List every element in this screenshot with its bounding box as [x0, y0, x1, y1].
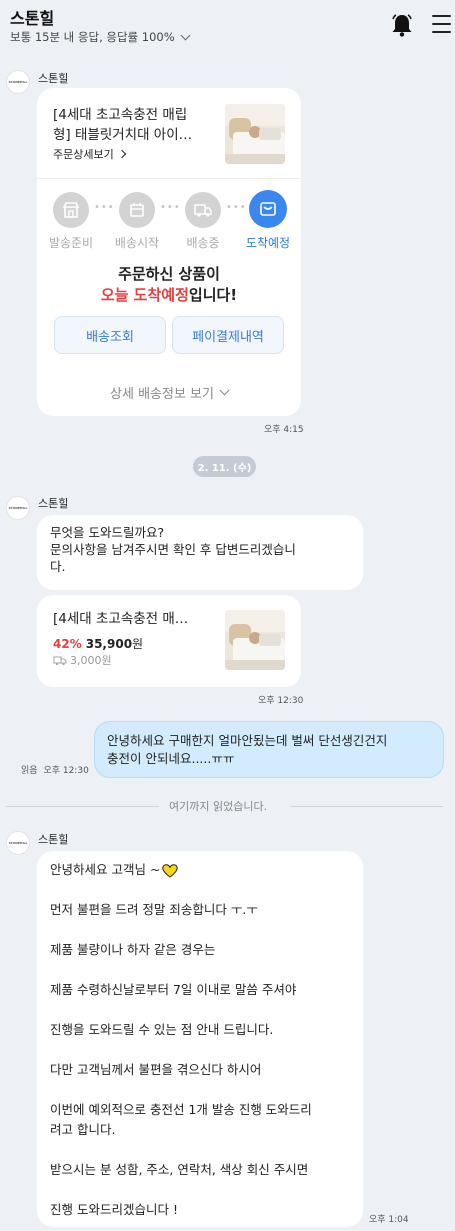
sender-name: 스톤힐	[38, 72, 69, 85]
store-name[interactable]: 스톤힐	[10, 5, 54, 29]
shipping-fee: 3,000원	[53, 652, 112, 668]
order-detail-link-text: 주문상세보기	[53, 148, 114, 161]
shipping-detail-link-text: 상세 배송정보 보기	[110, 387, 214, 402]
reply-paragraph: 진행을 도와드릴 수 있는 점 안내 드립니다.	[50, 1022, 274, 1037]
chevron-right-icon	[117, 149, 126, 159]
response-status-text: 보통 15분 내 응답, 응답률 100%	[10, 30, 175, 44]
step-label-shipping: 배송중	[186, 236, 220, 250]
message-time: 오후 12:30	[258, 696, 304, 706]
product-title-line2: 형] 태블릿거치대 아이…	[53, 127, 193, 143]
reply-paragraph: 제품 불량이나 하자 같은 경우는	[50, 942, 216, 957]
chevron-down-icon	[219, 385, 230, 396]
reply-paragraph: 받으시는 분 성함, 주소, 연락처, 색상 회신 주시면	[50, 1162, 309, 1177]
reply-paragraph: 먼저 불편을 드려 정말 죄송합니다 ㅜ.ㅜ	[50, 902, 258, 917]
avatar-logo-text: STONEHILL	[8, 80, 28, 84]
step-connector: •••	[94, 202, 115, 213]
message-text: 무엇을 도와드릴까요? 문의사항을 남겨주시면 확인 후 답변드리겠습니 다.	[50, 525, 296, 574]
menu-icon[interactable]	[432, 15, 451, 33]
reply-paragraph: 이번에 예외적으로 충전선 1개 발송 진행 도와드리 려고 합니다.	[50, 1102, 312, 1137]
price: 35,900	[85, 637, 133, 651]
step-connector: •••	[226, 202, 247, 213]
heart-emoji-icon	[162, 863, 179, 878]
avatar-logo-text: STONEHILL	[8, 506, 28, 510]
product-title[interactable]: [4세대 초고속충전 매립 형] 태블릿거치대 아이…	[53, 105, 221, 145]
delivery-notice-suffix: 입니다!	[188, 286, 238, 304]
read-divider-line	[6, 806, 159, 807]
step-label-start: 배송시작	[114, 236, 160, 250]
message-time: 오후 12:30	[43, 766, 89, 776]
order-status-card: [4세대 초고속충전 매립 형] 태블릿거치대 아이… 주문상세보기 ••• •…	[37, 88, 301, 416]
step-connector: •••	[160, 202, 181, 213]
sender-name: 스톤힐	[38, 497, 69, 510]
discount-rate: 42%	[53, 637, 82, 651]
shipping-fee-text: 3,000원	[70, 654, 112, 667]
product-title-line1: [4세대 초고속충전 매립	[53, 107, 188, 123]
read-divider: 여기까지 읽었습니다.	[169, 800, 268, 813]
read-label: 읽음	[21, 766, 38, 776]
message-time: 오후 1:04	[369, 1215, 409, 1225]
step-label-ready: 발송준비	[48, 236, 94, 250]
message-bubble: 무엇을 도와드릴까요? 문의사항을 남겨주시면 확인 후 답변드리겠습니 다.	[37, 515, 363, 590]
reply-message-bubble: 안녕하세요 고객님 ~ 먼저 불편을 드려 정말 죄송합니다 ㅜ.ㅜ 제품 불량…	[37, 851, 363, 1227]
my-message-bubble: 안녕하세요 구매한지 얼마안됬는데 벌써 단선생긴건지 충전이 안되네요....…	[94, 721, 444, 778]
date-divider: 2. 11. (수)	[193, 456, 256, 477]
chat-header: 스톤힐 보통 15분 내 응답, 응답률 100%	[0, 0, 455, 54]
message-time: 오후 4:15	[264, 425, 304, 435]
avatar-logo-text: STONEHILL	[8, 841, 28, 845]
my-message-text: 안녕하세요 구매한지 얼마안됬는데 벌써 단선생긴건지 충전이 안되네요....…	[107, 733, 388, 766]
divider	[37, 178, 301, 179]
delivery-notice-line1: 주문하신 상품이	[118, 265, 220, 283]
track-delivery-button[interactable]: 배송조회	[54, 316, 166, 354]
product-thumbnail[interactable]	[225, 610, 285, 670]
read-divider-line	[290, 806, 443, 807]
reply-paragraph: 다만 고객님께서 불편을 겪으신다 하시어	[50, 1062, 262, 1077]
avatar[interactable]: STONEHILL	[6, 831, 30, 855]
read-status: 읽음 오후 12:30	[21, 763, 89, 776]
product-title-text: [4세대 초고속충전 매…	[53, 611, 189, 627]
calendar-icon	[119, 192, 155, 228]
avatar[interactable]: STONEHILL	[6, 496, 30, 520]
box-icon	[249, 190, 287, 228]
truck-icon	[185, 192, 221, 228]
delivery-notice-line2: 오늘 도착예정입니다!	[37, 284, 301, 305]
step-label-arrival: 도착예정	[245, 236, 291, 250]
avatar[interactable]: STONEHILL	[6, 70, 30, 94]
reply-paragraph: 제품 수령하신날로부터 7일 이내로 말씀 주셔야	[50, 982, 297, 997]
delivery-notice-highlight: 오늘 도착예정	[100, 286, 189, 304]
reply-paragraph-text: 안녕하세요 고객님 ~	[50, 862, 161, 877]
chevron-down-icon	[180, 30, 191, 40]
price-row: 42% 35,900원	[53, 633, 143, 652]
shipping-detail-link[interactable]: 상세 배송정보 보기	[37, 383, 301, 402]
store-icon	[53, 192, 89, 228]
product-title: [4세대 초고속충전 매…	[53, 609, 221, 629]
truck-icon	[53, 655, 67, 665]
product-thumbnail[interactable]	[225, 104, 285, 164]
product-card[interactable]: [4세대 초고속충전 매… 42% 35,900원 3,000원	[37, 595, 301, 687]
order-detail-link[interactable]: 주문상세보기	[53, 146, 126, 162]
response-status[interactable]: 보통 15분 내 응답, 응답률 100%	[10, 29, 191, 45]
price-unit: 원	[132, 637, 144, 651]
reply-paragraph: 안녕하세요 고객님 ~	[50, 860, 350, 880]
payment-history-button[interactable]: 페이결제내역	[172, 316, 284, 354]
bell-icon[interactable]	[391, 13, 413, 37]
sender-name: 스톤힐	[38, 833, 69, 846]
reply-paragraph: 진행 도와드리겠습니다 !	[50, 1202, 178, 1217]
